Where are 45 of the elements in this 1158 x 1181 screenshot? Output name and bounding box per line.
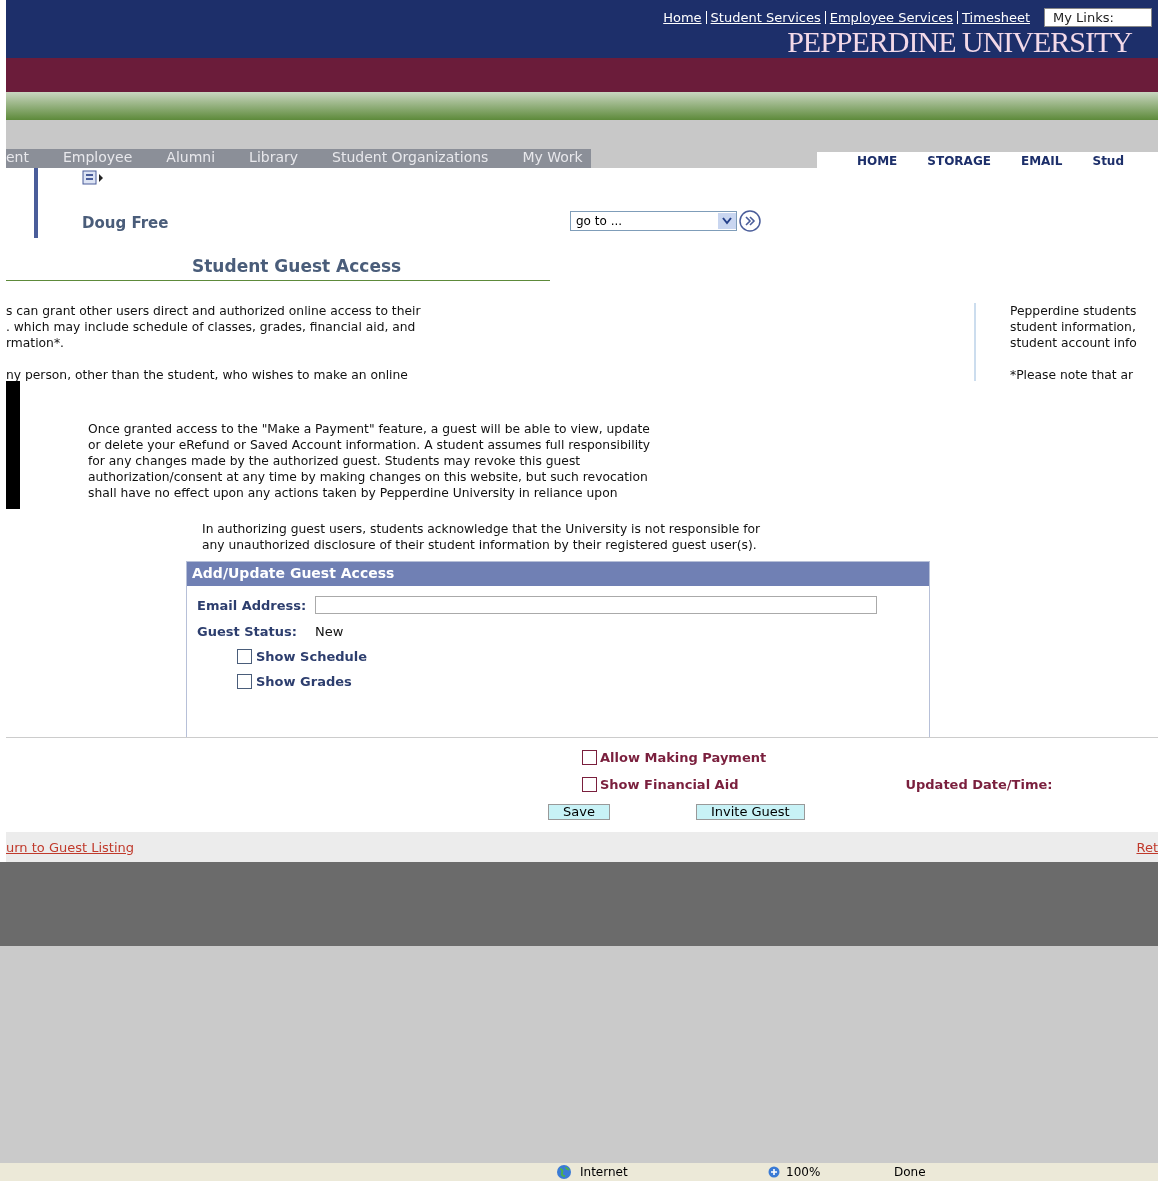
page-title: Student Guest Access [192,256,402,276]
intro-paragraph: ny person, other than the student, who wishes to make an online [6,367,409,381]
email-field[interactable] [315,596,877,614]
side-note: Pepperdine students student information, student account info [1010,303,1138,351]
checkbox[interactable] [582,750,597,765]
top-nav-link[interactable]: Home [663,10,702,25]
nav-tab[interactable]: EMAIL [1020,154,1063,168]
nav-tab[interactable]: STORAGE [927,154,991,168]
menu-icon[interactable] [82,170,104,186]
my-links-dropdown[interactable]: My Links: [1044,8,1152,27]
guest-status: New [315,624,344,639]
checkbox[interactable] [237,649,252,664]
form-button[interactable]: Save [548,804,610,820]
checkbox-label: Show Schedule [256,649,368,664]
go-button-icon[interactable] [739,210,761,232]
goto-select[interactable]: go to ... [570,211,737,231]
caret-icon [722,217,732,225]
disclaimer-text: In authorizing guest users, students acknowledge that the University is not responsible for any unauthorized disclosure of their student information by their registered guest user(s). [202,521,762,553]
top-nav-link[interactable]: Employee Services [829,10,954,25]
payment-notice: Once granted access to the "Make a Payment" feature, a guest will be able to view, update or delete your eRefund or Saved Account information. A student assumes full responsibility for any changes made by the authorized guest. Students may revoke this guest authorization/consent at any time by making changes on this website, but such revocation shall have no effect upon any actions taken by Pepperdine University in reliance upon [88,421,651,501]
nav-tab[interactable]: Stud [1092,154,1124,168]
top-nav-link[interactable]: Timesheet [962,10,1030,25]
form-button[interactable]: Invite Guest [695,804,805,820]
university-logo: PEPPERDINE UNIVERSITY [787,25,1132,59]
zoom-level[interactable]: 100% [786,1165,821,1179]
status-text: Done [893,1165,926,1179]
top-nav-link[interactable]: Student Services [710,10,821,25]
zoom-icon[interactable] [768,1166,780,1178]
checkbox[interactable] [582,777,597,792]
globe-icon [556,1164,572,1180]
checkbox-label: Allow Making Payment [600,750,767,765]
panel-header: Add/Update Guest Access [187,562,929,586]
field-label: Guest Status: [197,624,298,639]
user-name: Doug Free [82,214,170,232]
field-label: Email Address: [197,597,307,613]
nav-tab[interactable]: HOME [856,154,898,168]
checkbox-label: Show Grades [256,674,352,689]
checkbox[interactable] [237,674,252,689]
security-zone: Internet [580,1165,628,1179]
updated-date-label: Updated Date/Time: [905,777,1053,792]
checkbox-label: Show Financial Aid [600,777,739,792]
return-link[interactable]: urn to Guest Listing [6,839,135,855]
side-note: *Please note that ar [1010,367,1135,381]
return-link[interactable]: Ret [1136,839,1158,855]
intro-paragraph: s can grant other users direct and authorized online access to their . which may include schedule of classes, grades, financial aid, and rmation*. [6,303,422,351]
